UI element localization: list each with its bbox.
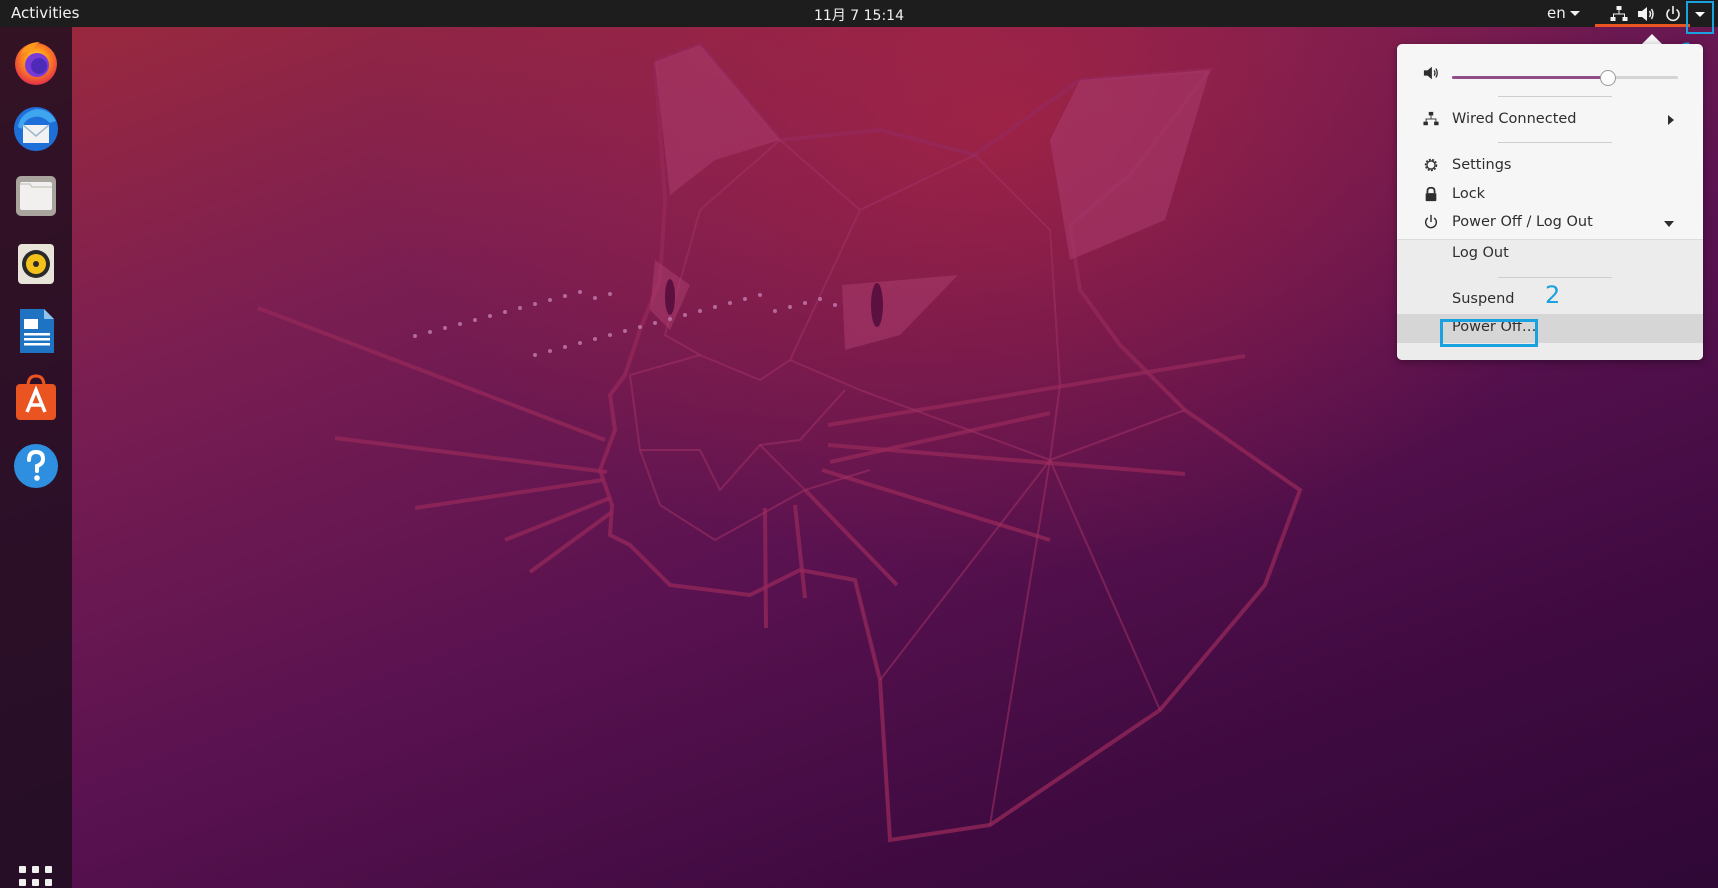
power-icon[interactable] [1664,5,1682,23]
dock [0,27,72,888]
power-off-log-out-label: Power Off / Log Out [1452,214,1593,230]
settings-label: Settings [1452,157,1512,173]
gear-icon [1424,158,1438,172]
wired-connected-label: Wired Connected [1452,111,1577,127]
tray-active-indicator [1595,24,1690,27]
software-icon [16,374,56,420]
chevron-down-icon [1664,221,1674,227]
lock-item[interactable]: Lock [1397,181,1703,209]
system-menu: Wired Connected Settings Lock Power Off … [1397,44,1703,360]
network-icon [1423,111,1439,126]
chevron-down-icon [1569,11,1580,16]
wired-connected-item[interactable]: Wired Connected [1397,106,1703,134]
menu-separator [1498,96,1612,97]
settings-item[interactable]: Settings [1397,152,1703,180]
language-label: en [1547,4,1566,22]
lock-label: Lock [1452,186,1486,202]
dock-item-help[interactable] [10,440,62,492]
power-off-highlight-box [1440,319,1538,347]
menu-pointer-arrow [1642,34,1662,44]
log-out-label: Log Out [1452,245,1509,261]
volume-icon [1423,66,1438,80]
language-selector[interactable]: en [1547,4,1580,22]
volume-slider[interactable] [1452,70,1678,86]
chevron-right-icon [1668,115,1674,125]
dock-item-firefox[interactable] [10,36,62,88]
chevron-down-icon [1695,12,1705,17]
clock-date-menu: 11月 7 15:14 [0,5,1718,25]
log-out-item[interactable]: Log Out [1397,240,1703,268]
dock-item-libreoffice-writer[interactable] [10,305,62,357]
dock-item-thunderbird[interactable] [10,103,62,155]
help-icon [14,444,58,488]
annotation-step-2: 2 [1545,281,1561,309]
writer-icon [20,309,54,353]
top-bar: Activities 11月 7 15:14 en [0,0,1718,27]
thunderbird-icon [14,107,58,151]
volume-fill [1452,76,1608,79]
volume-slider-handle[interactable] [1599,70,1616,86]
files-icon [16,176,56,216]
suspend-label: Suspend [1452,291,1515,307]
lock-icon [1425,186,1437,202]
volume-icon[interactable] [1637,5,1655,23]
rhythmbox-icon [18,244,54,284]
dock-item-ubuntu-software[interactable] [10,372,62,424]
clock-label[interactable]: 11月 7 15:14 [814,8,904,24]
power-off-log-out-item[interactable]: Power Off / Log Out [1397,209,1703,237]
system-menu-button[interactable] [1686,1,1714,34]
firefox-icon [15,42,57,85]
apps-grid-icon[interactable] [17,864,55,888]
menu-separator [1498,277,1612,278]
dock-item-files[interactable] [10,170,62,222]
power-icon [1425,214,1437,229]
dock-item-rhythmbox[interactable] [10,238,62,290]
menu-separator [1498,142,1612,143]
network-icon[interactable] [1610,5,1628,23]
